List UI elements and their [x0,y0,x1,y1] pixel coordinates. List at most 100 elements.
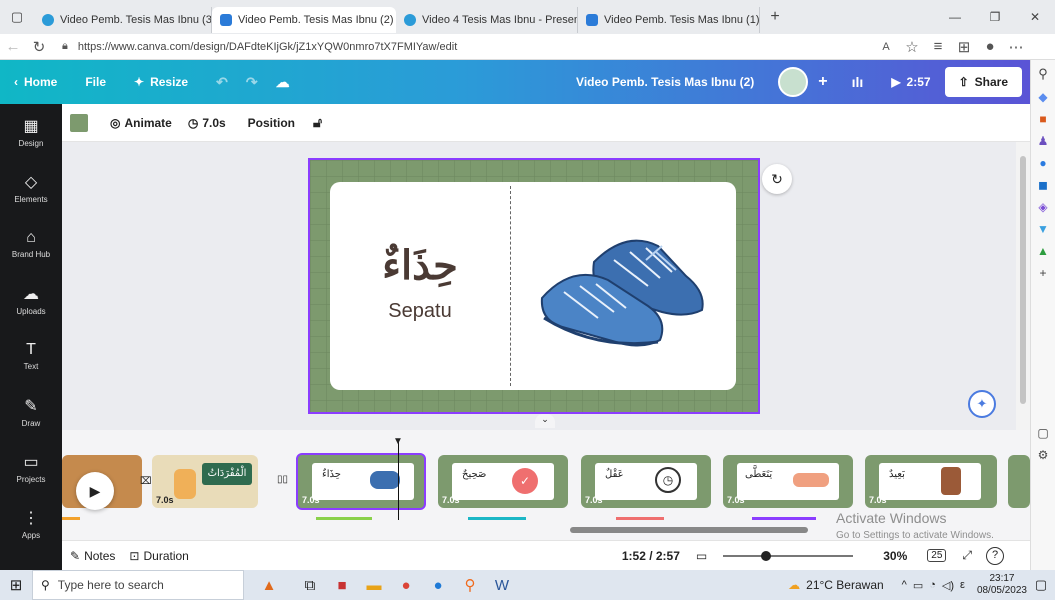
zoom-slider[interactable] [723,550,854,561]
redo-button[interactable]: ↷ [242,74,262,91]
outlook-icon[interactable]: ◼ [1031,178,1055,192]
url-field[interactable]: https://www.canva.com/design/DAFdteKIjGk… [78,41,873,53]
favorites-icon[interactable]: ≡ [925,38,951,55]
resize-button[interactable]: ✦ Resize [120,75,202,89]
shoes-illustration[interactable] [536,226,716,358]
collections-icon[interactable]: ⊞ [951,38,977,56]
weather-widget[interactable]: ☁ 21°C Berawan [788,578,884,592]
color-swatch[interactable] [70,113,88,132]
chevron-down-icon[interactable]: ⌄ [535,414,555,428]
transition-icon[interactable]: ⌧ [140,476,152,487]
word-meaning[interactable]: Sepatu [330,300,510,323]
insights-chart-icon[interactable]: ılı [838,74,878,90]
office-icon[interactable]: ● [1031,156,1055,170]
rail-item-uploads[interactable]: ☁ Uploads [0,272,62,328]
animate-button[interactable]: ◎ Animate [110,116,172,130]
sidebar-toggle-icon[interactable]: ▢ [1031,426,1055,440]
search-icon[interactable]: ⚲ [1031,66,1055,82]
refresh-icon[interactable]: ↻ [26,38,52,56]
present-play-button[interactable]: ▶ 2:57 [877,75,944,89]
timeline-clip[interactable]: عَقْلٌ ◷ 7.0s [581,455,711,508]
play-button[interactable]: ▶ [76,472,114,510]
transition-icon[interactable]: ▯▯ [277,474,288,485]
page-count[interactable]: 25 [927,549,947,562]
extension-icon[interactable]: ◆ [1031,90,1055,104]
clock[interactable]: 23:17 08/05/2023 [977,573,1027,597]
duration-button[interactable]: ◷ 7.0s [188,116,226,130]
settings-icon[interactable]: ⚙ [1031,448,1055,462]
file-explorer-icon[interactable]: ▬ [358,570,390,600]
windows-start-icon[interactable]: ⊞ [0,570,32,600]
cloud-sync-icon[interactable]: ☁ [262,74,304,91]
edge-icon[interactable]: ● [422,570,454,600]
rail-item-text[interactable]: T Text [0,328,62,384]
chrome-icon[interactable]: ● [390,570,422,600]
system-tray[interactable]: ^ ▭ ◔ ◁) ε [902,579,965,592]
games-icon[interactable]: ♟ [1031,134,1055,148]
rail-item-projects[interactable]: ▭ Projects [0,440,62,496]
volume-icon[interactable]: ◁) [942,579,954,592]
home-button[interactable]: ‹ Home [0,75,71,89]
fullscreen-icon[interactable]: ⤢ [962,548,972,563]
timeline-clip[interactable] [1008,455,1030,508]
network-icon[interactable]: ◔ [929,579,936,592]
favorite-star-icon[interactable]: ☆ [899,38,925,56]
lock-icon[interactable]: 🔓︎ [313,114,322,131]
app-icon[interactable]: ▲ [244,570,294,600]
vertical-scrollbar[interactable] [1016,142,1030,430]
designer-icon[interactable]: ◈ [1031,200,1055,214]
collaborator-avatar[interactable] [778,67,809,97]
timeline-clip[interactable]: بَعِيدٌ 7.0s [865,455,997,508]
undo-button[interactable]: ↶ [202,74,242,91]
close-window-button[interactable]: ✕ [1015,10,1055,24]
browser-tab[interactable]: Video Pemb. Tesis Mas Ibnu (3) - × [34,7,212,33]
word-icon[interactable]: W [486,570,518,600]
minimize-button[interactable]: — [935,10,975,24]
file-menu-button[interactable]: File [71,75,120,89]
briefcase-icon[interactable]: ■ [1031,112,1055,126]
restore-button[interactable]: ❐ [975,10,1015,24]
share-button[interactable]: ⇧ Share [944,67,1022,97]
taskbar-search[interactable]: ⚲ Type here to search [32,570,244,600]
playhead[interactable] [398,440,399,520]
notes-button[interactable]: ✎ Notes [70,549,115,563]
browser-tab[interactable]: Video Pemb. Tesis Mas Ibnu (1) - × [578,7,760,33]
zoom-slider-knob[interactable] [761,550,772,561]
document-title[interactable]: Video Pemb. Tesis Mas Ibnu (2) [562,75,768,89]
help-icon[interactable]: ? [986,546,1004,565]
notifications-icon[interactable]: ▢ [1027,570,1055,600]
back-arrow-icon[interactable]: ← [0,38,26,55]
tab-actions-icon[interactable]: ▢ [0,9,34,25]
rail-item-apps[interactable]: ⋮ Apps [0,496,62,552]
duration-toggle-button[interactable]: ⊡ Duration [129,549,188,563]
task-view-icon[interactable]: ⧉ [294,570,326,600]
rail-item-elements[interactable]: ◇ Elements [0,160,62,216]
chevron-up-icon[interactable]: ^ [902,579,907,592]
timeline-clip[interactable]: يَتَعَطَّى 7.0s [723,455,853,508]
position-button[interactable]: Position [248,116,295,130]
add-collaborator-button[interactable]: + [808,73,837,91]
new-tab-button[interactable]: + [760,8,790,26]
search-app-icon[interactable]: ⚲ [454,570,486,600]
rail-item-design[interactable]: ▦ Design [0,104,62,160]
add-icon[interactable]: + [1031,266,1055,280]
battery-icon[interactable]: ▭ [913,579,923,592]
timeline-clip[interactable]: صَحِيحٌ ✓ 7.0s [438,455,568,508]
magic-sparkle-icon[interactable]: ✦ [968,390,996,418]
language-indicator[interactable]: ε [960,579,965,592]
read-aloud-icon[interactable]: A [873,41,899,53]
slide-canvas[interactable]: حِذَاءٌ Sepatu [308,158,760,414]
zoom-level[interactable]: 30% [883,549,907,563]
browser-tab[interactable]: Video 4 Tesis Mas Ibnu - Present × [396,7,578,33]
rail-item-brand-hub[interactable]: ⌂ Brand Hub [0,216,62,272]
more-menu-icon[interactable]: ⋯ [1003,38,1029,56]
timeline-scroll-thumb[interactable] [570,527,808,533]
tree-icon[interactable]: ▲ [1031,244,1055,258]
rail-item-draw[interactable]: ✎ Draw [0,384,62,440]
scroll-thumb[interactable] [1020,156,1026,404]
timeline-clip-selected[interactable]: حِذَاءٌ 7.0s [296,453,426,510]
rotate-icon[interactable]: ↻ [762,164,792,194]
playhead-marker-icon[interactable]: ▼ [393,436,403,447]
display-icon[interactable]: ▭ [696,549,707,563]
app-icon[interactable]: ■ [326,570,358,600]
